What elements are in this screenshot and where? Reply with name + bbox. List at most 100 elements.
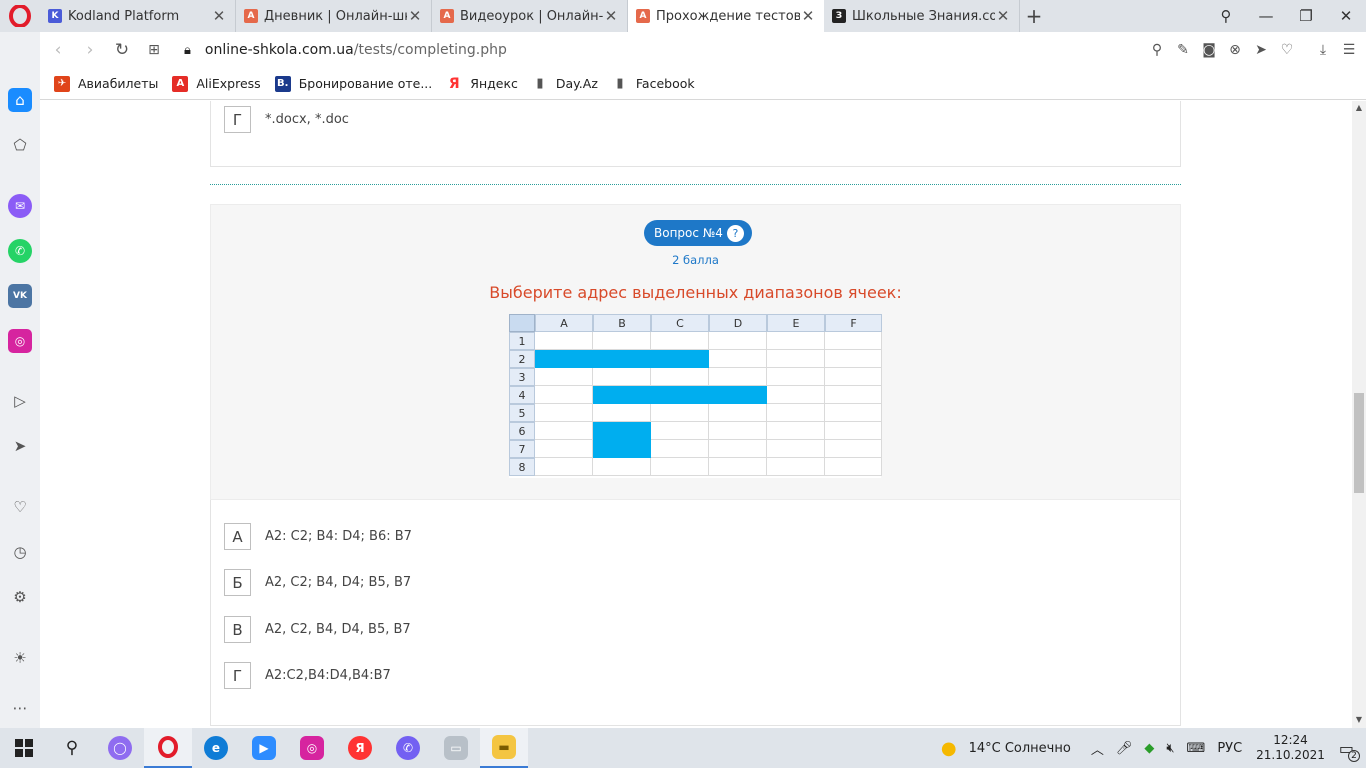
player-icon[interactable]: ▷: [8, 389, 32, 413]
taskbar-app[interactable]: ▭: [432, 728, 480, 768]
previous-option-g[interactable]: Г *.docx, *.doc: [224, 106, 349, 133]
bookmark-dayaz[interactable]: ▮ Day.Az: [532, 76, 598, 92]
messenger-icon[interactable]: ✉: [8, 194, 32, 218]
page-scrollbar[interactable]: ▲ ▼: [1352, 101, 1366, 728]
sheet-cell: [825, 332, 882, 350]
whatsapp-icon[interactable]: ✆: [8, 239, 32, 263]
settings-icon[interactable]: ⚙: [8, 585, 32, 609]
forward-icon[interactable]: ›: [74, 40, 106, 60]
option-letter[interactable]: Б: [224, 569, 251, 596]
minimize-button[interactable]: —: [1246, 0, 1286, 32]
back-icon[interactable]: ‹: [42, 40, 74, 60]
url-path: /tests/completing.php: [353, 42, 507, 58]
tab-znanija[interactable]: З Школьные Знания.com - Р ✕: [824, 0, 1020, 32]
windows-icon: [15, 739, 33, 757]
taskbar-yandex[interactable]: Я: [336, 728, 384, 768]
chevron-up-icon[interactable]: ︿: [1091, 739, 1104, 758]
lens-icon[interactable]: ⚲: [1148, 42, 1166, 58]
tabs-grid-icon[interactable]: ⊞: [138, 42, 170, 58]
tab-videourok[interactable]: A Видеоурок | Онлайн-школа ✕: [432, 0, 628, 32]
scroll-thumb[interactable]: [1354, 393, 1364, 493]
scroll-down-icon[interactable]: ▼: [1352, 715, 1366, 724]
sheet-cell: [709, 422, 767, 440]
tab-close-icon[interactable]: ✕: [603, 7, 619, 25]
option-a[interactable]: А A2: C2; B4: D4; B6: B7: [224, 523, 412, 550]
help-icon[interactable]: ?: [726, 224, 744, 242]
history-icon[interactable]: ◷: [8, 540, 32, 564]
more-icon[interactable]: ⋯: [8, 696, 32, 720]
taskbar-edge[interactable]: e: [192, 728, 240, 768]
option-letter[interactable]: А: [224, 523, 251, 550]
tab-bar: K Kodland Platform ✕ A Дневник | Онлайн-…: [0, 0, 1366, 32]
url-field[interactable]: 🔒︎ online-shkola.com.ua/tests/completing…: [184, 42, 507, 58]
app-tray-icon[interactable]: ◆: [1144, 741, 1154, 756]
tab-kodland[interactable]: K Kodland Platform ✕: [40, 0, 236, 32]
speaker-muted-icon[interactable]: 🔇︎: [1166, 741, 1174, 756]
send-icon[interactable]: ➤: [8, 434, 32, 458]
new-tab-button[interactable]: +: [1020, 0, 1048, 32]
restore-button[interactable]: ❐: [1286, 0, 1326, 32]
taskbar-opera[interactable]: [144, 728, 192, 768]
tab-dnevnik[interactable]: A Дневник | Онлайн-школа ✕: [236, 0, 432, 32]
lightbulb-icon[interactable]: ☀: [8, 646, 32, 670]
vk-icon[interactable]: VK: [8, 284, 32, 308]
sheet-cell: [535, 386, 593, 404]
question-number: Вопрос №4: [654, 226, 723, 240]
bookmark-booking[interactable]: B. Бронирование оте...: [274, 75, 432, 92]
easy-setup-icon[interactable]: ☰: [1340, 42, 1358, 58]
instagram-icon[interactable]: ◎: [8, 329, 32, 353]
taskbar-zoom[interactable]: ▶: [240, 728, 288, 768]
keyboard-icon[interactable]: ⌨: [1187, 741, 1206, 756]
language-indicator[interactable]: РУС: [1217, 741, 1242, 756]
option-letter[interactable]: Г: [224, 662, 251, 689]
tab-test-active[interactable]: A Прохождение тестового д ✕: [628, 0, 824, 32]
close-window-button[interactable]: ✕: [1326, 0, 1366, 32]
taskbar-alice[interactable]: ◯: [96, 728, 144, 768]
notifications-icon[interactable]: ▭ 2: [1339, 739, 1360, 762]
camera-icon[interactable]: ◙: [1200, 42, 1218, 58]
option-letter[interactable]: В: [224, 616, 251, 643]
weather-text[interactable]: 14°C Солнечно: [969, 741, 1071, 756]
lock-icon: 🔒︎: [184, 42, 191, 58]
bookmark-facebook[interactable]: ▮ Facebook: [612, 76, 694, 92]
adblock-icon[interactable]: ⊗: [1226, 42, 1244, 58]
tab-close-icon[interactable]: ✕: [407, 7, 423, 25]
tab-close-icon[interactable]: ✕: [995, 7, 1011, 25]
row-header-5: 5: [509, 404, 535, 422]
clock[interactable]: 12:24 21.10.2021: [1256, 733, 1325, 763]
download-icon[interactable]: ⤓: [1314, 42, 1332, 58]
start-button[interactable]: [0, 728, 48, 768]
search-tabs-icon[interactable]: ⚲: [1206, 0, 1246, 32]
share-icon[interactable]: ➤: [1252, 42, 1270, 58]
microphone-icon[interactable]: 🎤︎: [1116, 741, 1133, 756]
school-favicon-icon: A: [440, 9, 454, 23]
speed-dial-icon[interactable]: ⬠: [8, 133, 32, 157]
bookmark-aliexpress[interactable]: A AliExpress: [172, 75, 261, 92]
edit-icon[interactable]: ✎: [1174, 42, 1192, 58]
taskbar-explorer[interactable]: ▬: [480, 728, 528, 768]
page-icon: ▮: [536, 76, 544, 91]
bookmark-yandex[interactable]: Я Яндекс: [446, 76, 518, 92]
taskbar-viber[interactable]: ✆: [384, 728, 432, 768]
taskbar-instagram[interactable]: ◎: [288, 728, 336, 768]
opera-menu-button[interactable]: [0, 0, 40, 32]
row-header-6: 6: [509, 422, 535, 440]
scroll-up-icon[interactable]: ▲: [1352, 103, 1366, 112]
tab-close-icon[interactable]: ✕: [211, 7, 227, 25]
notification-count: 2: [1348, 749, 1360, 762]
bookmark-heart-icon[interactable]: ♡: [1278, 42, 1296, 58]
option-letter[interactable]: Г: [224, 106, 251, 133]
tab-close-icon[interactable]: ✕: [800, 7, 816, 25]
search-button[interactable]: ⚲: [48, 728, 96, 768]
previous-question-box: [210, 101, 1181, 167]
booking-icon: B.: [274, 75, 291, 92]
sun-icon: ●: [940, 737, 957, 759]
option-g[interactable]: Г A2:C2,B4:D4,B4:B7: [224, 662, 391, 689]
sheet-cell: [767, 350, 825, 368]
option-v[interactable]: В A2, C2, B4, D4, B5, B7: [224, 616, 411, 643]
option-b[interactable]: Б A2, C2; B4, D4; B5, B7: [224, 569, 411, 596]
reload-icon[interactable]: ↻: [106, 40, 138, 60]
bookmark-aviabilety[interactable]: ✈ Авиабилеты: [54, 75, 158, 92]
home-icon[interactable]: ⌂: [8, 88, 32, 112]
heart-icon[interactable]: ♡: [8, 495, 32, 519]
